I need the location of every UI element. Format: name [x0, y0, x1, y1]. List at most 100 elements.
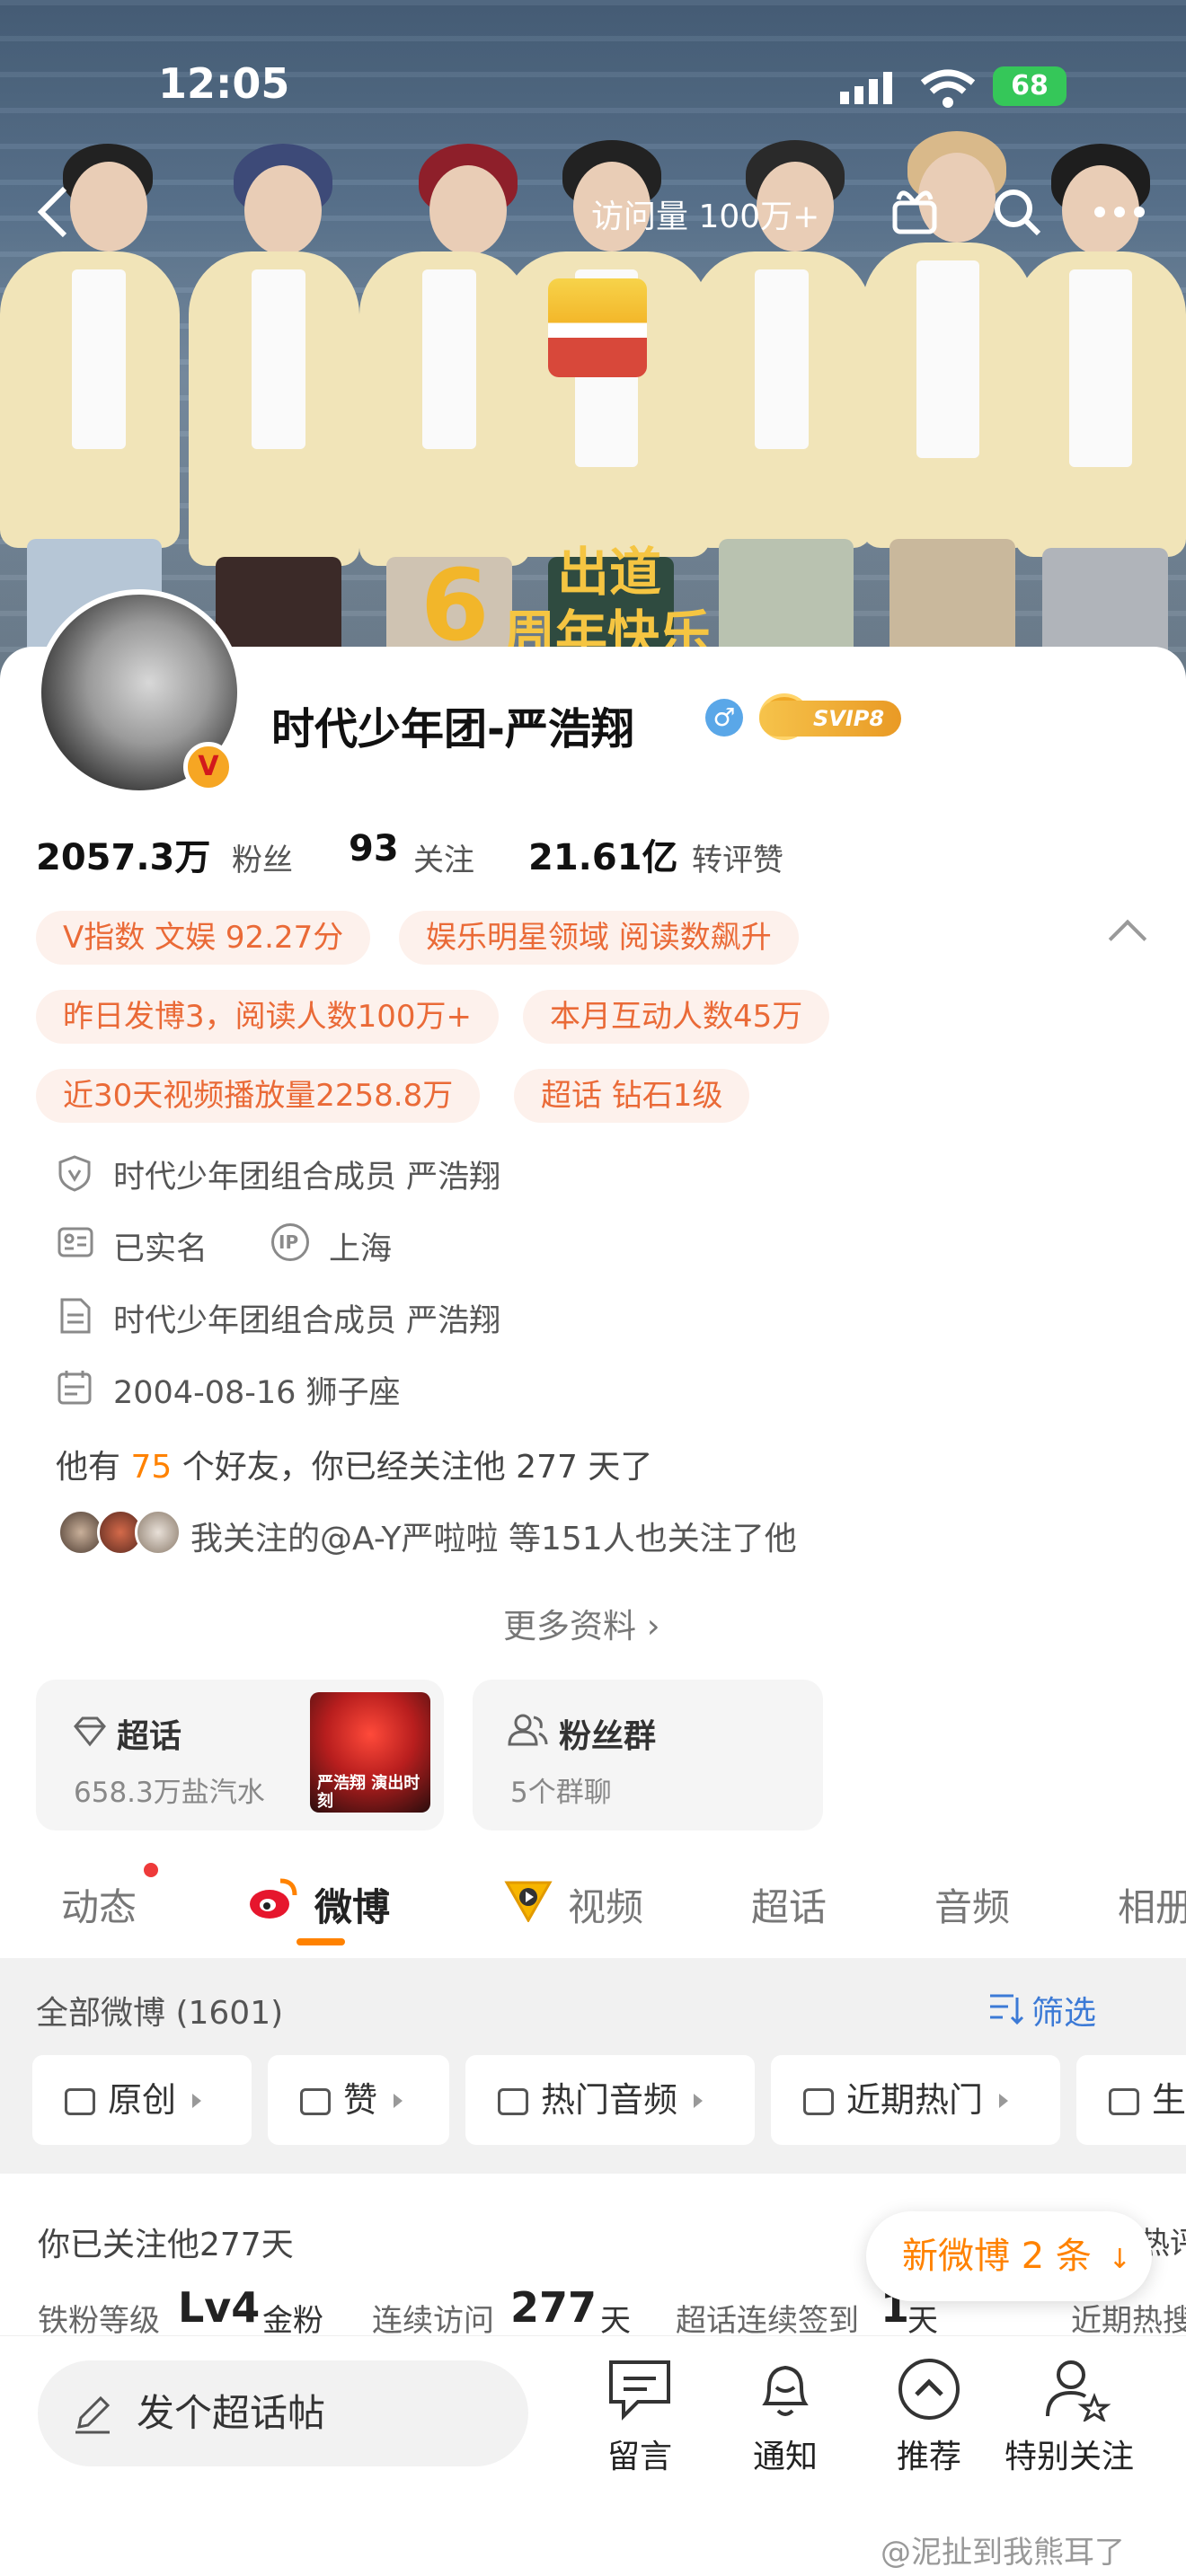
- profile-name: 时代少年团-严浩翔: [271, 704, 634, 754]
- verified-badge-icon: V: [183, 742, 234, 792]
- birthday-info: 2004-08-16 狮子座: [113, 1375, 401, 1411]
- special-follow-label[interactable]: 特别关注: [1005, 2430, 1134, 2477]
- svip-badge[interactable]: SVIP8: [759, 701, 901, 737]
- wifi-icon: [920, 68, 976, 108]
- caret-icon: [694, 2094, 704, 2108]
- chip-more[interactable]: 生: [1076, 2055, 1186, 2145]
- supertopic-box[interactable]: 超话 658.3万盐汽水 严浩翔 演出时刻: [36, 1680, 444, 1831]
- notify-label[interactable]: 通知: [753, 2430, 818, 2477]
- caret-icon: [999, 2094, 1009, 2108]
- chip-hot-audio-label: 热门音频: [541, 2080, 678, 2120]
- recommend-icon[interactable]: [897, 2357, 961, 2422]
- chip-liked-label: 赞: [343, 2080, 378, 2120]
- chip-original[interactable]: 原创: [32, 2055, 252, 2145]
- chip-hot-audio[interactable]: 热门音频: [465, 2055, 755, 2145]
- notification-dot: [144, 1863, 158, 1877]
- supertopic-image-text: 严浩翔 演出时刻: [317, 1774, 420, 1811]
- battery-icon: 68: [993, 66, 1067, 106]
- search-icon[interactable]: [992, 187, 1042, 237]
- bell-icon[interactable]: [753, 2357, 818, 2422]
- watermark: @泥扯到我熊耳了: [881, 2535, 1125, 2571]
- caret-icon: [394, 2094, 403, 2108]
- more-icon[interactable]: [1093, 205, 1146, 219]
- more-info-link[interactable]: 更多资料 ›: [503, 1599, 660, 1647]
- chip-recent-hot-label: 近期热门: [846, 2080, 984, 2120]
- anniversary-banner: 6 出道 周年快乐: [413, 530, 791, 666]
- fans-group-title: 粉丝群: [559, 1718, 657, 1755]
- fans-count[interactable]: 2057.3万: [36, 828, 210, 880]
- realname-info: 已实名: [113, 1231, 208, 1267]
- tab-supertopic[interactable]: 超话: [751, 1877, 827, 1932]
- visit-streak-label: 连续访问: [372, 2303, 494, 2339]
- visit-streak-value: 277: [510, 2283, 597, 2332]
- likes-label: 转评赞: [692, 842, 783, 878]
- tab-audio[interactable]: 音频: [934, 1877, 1010, 1932]
- special-follow-icon[interactable]: [1044, 2357, 1112, 2423]
- filter-button[interactable]: 筛选: [1031, 1987, 1096, 2033]
- following-label: 关注: [413, 842, 474, 878]
- tag-yesterday[interactable]: 昨日发博3，阅读人数100万+: [36, 990, 500, 1044]
- friends-line: 他有 75 个好友，你已经关注他 277 天了: [56, 1441, 652, 1487]
- mutual-avatar: [135, 1509, 181, 1556]
- following-count[interactable]: 93: [349, 828, 399, 869]
- caret-icon: [192, 2094, 202, 2108]
- chip-original-label: 原创: [108, 2080, 177, 2120]
- tag-supertopic[interactable]: 超话 钻石1级: [514, 1069, 750, 1123]
- friends-count[interactable]: 75: [130, 1449, 172, 1486]
- thumb-up-icon: [300, 2088, 331, 2115]
- tab-album[interactable]: 相册: [1118, 1877, 1186, 1932]
- likes-count: 21.61亿: [528, 837, 678, 878]
- mutual-follow-text[interactable]: 我关注的@A-Y严啦啦 等151人也关注了他: [190, 1513, 797, 1559]
- tag-v-index[interactable]: V指数 文娱 92.27分: [36, 911, 371, 965]
- chevron-down-icon: ↓: [1108, 2244, 1131, 2275]
- tag-interactions[interactable]: 本月互动人数45万: [523, 990, 830, 1044]
- tab-weibo[interactable]: 微博: [314, 1877, 390, 1932]
- comment-icon[interactable]: [606, 2357, 674, 2422]
- layers-icon: [803, 2088, 834, 2115]
- fans-group-sub: 5个群聊: [510, 1777, 612, 1809]
- supertopic-image: 严浩翔 演出时刻: [310, 1692, 430, 1813]
- chip-more-label: 生: [1152, 2080, 1186, 2120]
- ip-icon: IP: [271, 1223, 309, 1261]
- signal-icon: [840, 72, 899, 104]
- member-figure: [180, 144, 359, 683]
- document-icon: [59, 1297, 92, 1335]
- group-icon: [507, 1712, 548, 1748]
- tag-video-plays[interactable]: 近30天视频播放量2258.8万: [36, 1069, 481, 1123]
- friends-prefix: 他有: [56, 1449, 121, 1486]
- all-weibo-count: 全部微博 (1601): [36, 1995, 284, 2032]
- friends-suffix: 个好友，你已经关注他 277 天了: [181, 1449, 653, 1486]
- pencil-icon: [72, 2393, 113, 2434]
- visit-streak-unit: 天: [600, 2303, 631, 2339]
- back-icon[interactable]: [34, 185, 70, 239]
- diamond-icon: [72, 1716, 108, 1748]
- new-posts-label: 新微博 2 条: [902, 2236, 1092, 2277]
- comment-label[interactable]: 留言: [607, 2430, 672, 2477]
- checkin-label: 超话连续签到: [676, 2303, 859, 2339]
- ip-icon-label: IP: [279, 1231, 299, 1253]
- supertopic-title: 超话: [117, 1718, 182, 1755]
- tab-video[interactable]: 视频: [568, 1877, 643, 1932]
- chip-liked[interactable]: 赞: [268, 2055, 449, 2145]
- new-posts-pill[interactable]: 新微博 2 条 ↓: [866, 2211, 1152, 2301]
- male-icon: ♂: [705, 699, 743, 737]
- visit-count: 访问量 100万+: [591, 198, 820, 235]
- chip-recent-hot[interactable]: 近期热门: [771, 2055, 1060, 2145]
- recent-trending-label: 近期热搜: [1071, 2303, 1186, 2339]
- layers-icon: [65, 2088, 95, 2115]
- tab-dynamic[interactable]: 动态: [61, 1877, 137, 1932]
- recommend-label[interactable]: 推荐: [897, 2430, 961, 2477]
- checkin-unit: 天: [907, 2303, 938, 2339]
- filter-icon[interactable]: [988, 1992, 1024, 2025]
- followed-days: 你已关注他277天: [38, 2227, 294, 2263]
- video-play-icon: [503, 1879, 553, 1924]
- fans-label: 粉丝: [232, 842, 293, 878]
- location-info: 上海: [329, 1231, 393, 1267]
- fans-group-box[interactable]: 粉丝群 5个群聊: [473, 1680, 823, 1831]
- fan-level-suffix: 金粉: [262, 2303, 323, 2339]
- id-card-icon: [58, 1227, 93, 1257]
- tag-domain[interactable]: 娱乐明星领域 阅读数飙升: [399, 911, 799, 965]
- fan-level-label: 铁粉等级: [38, 2303, 160, 2339]
- gift-icon[interactable]: [890, 185, 940, 235]
- fan-level-value: Lv4: [178, 2283, 261, 2332]
